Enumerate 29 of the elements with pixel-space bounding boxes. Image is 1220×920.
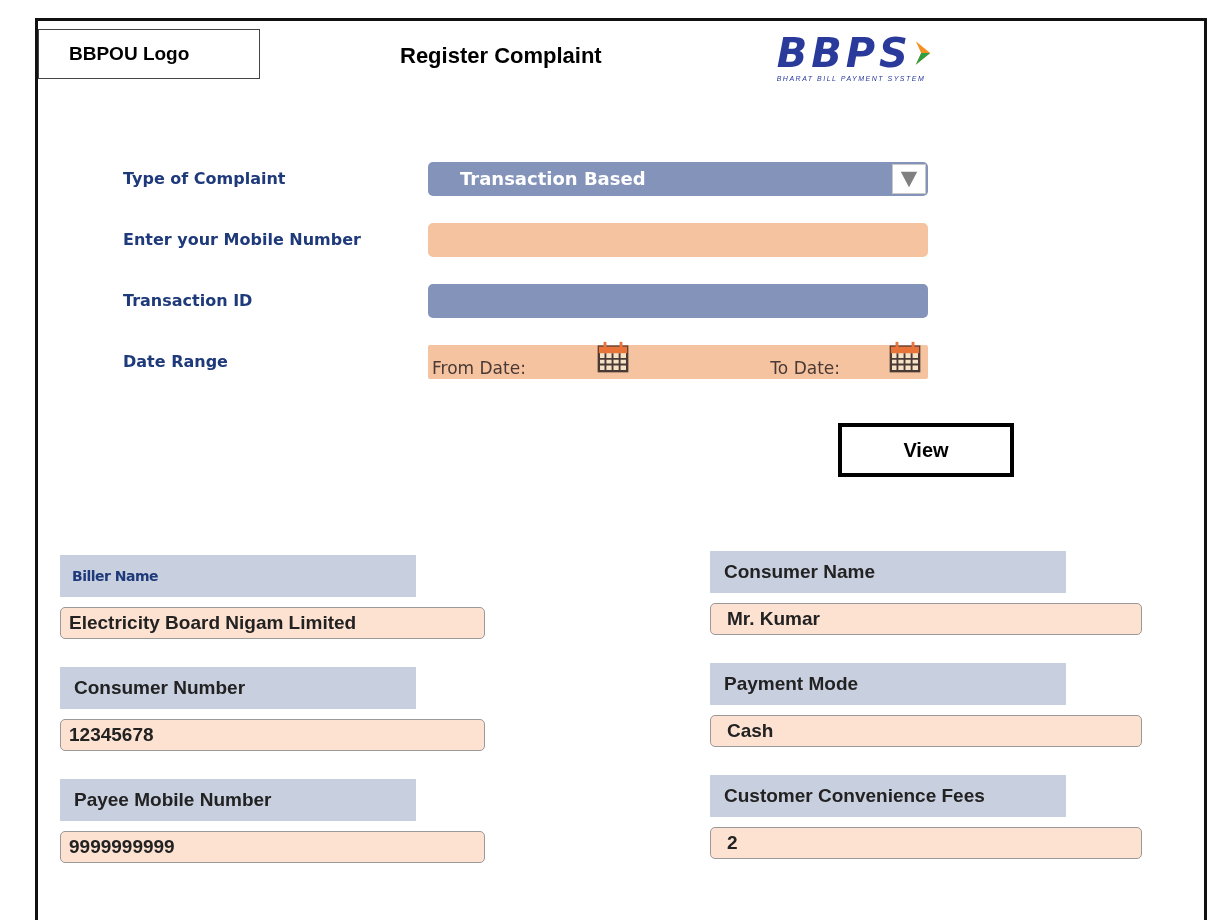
calendar-icon[interactable] (595, 339, 630, 374)
field-label: Payment Mode (710, 663, 1066, 705)
caret-icon[interactable] (892, 163, 926, 194)
field-label: Type of Complaint (122, 169, 287, 188)
field-label: Enter your Mobile Number (122, 230, 362, 249)
arrow-icon (913, 39, 932, 67)
view-button[interactable]: View (838, 423, 1014, 477)
field-label: Biller Name (60, 555, 416, 597)
field-label: Consumer Number (60, 667, 416, 709)
page-title: Register Complaint (400, 43, 602, 69)
value-field[interactable]: Electricity Board Nigam Limited (60, 607, 485, 639)
value-field[interactable]: 12345678 (60, 719, 485, 751)
value-field[interactable]: Cash (710, 715, 1142, 747)
field-label: Date Range (122, 352, 229, 371)
calendar-icon[interactable] (888, 339, 922, 374)
date-label: From Date: (432, 357, 526, 378)
date-range-field[interactable]: From Date: To Date: (428, 344, 928, 379)
brand-name: BBPS (776, 33, 912, 73)
date-label: To Date: (770, 357, 840, 378)
field-label: Transaction ID (122, 291, 254, 310)
field-label: Payee Mobile Number (60, 779, 416, 821)
input-field[interactable] (428, 222, 928, 257)
value-field[interactable]: 2 (710, 827, 1142, 859)
input-field[interactable] (428, 283, 928, 318)
value-field[interactable]: Mr. Kumar (710, 603, 1142, 635)
field-label: Customer Convenience Fees (710, 775, 1066, 817)
logo-box: BBPOU Logo (38, 29, 260, 79)
value-field[interactable]: 9999999999 (60, 831, 485, 863)
field-label: Consumer Name (710, 551, 1066, 593)
